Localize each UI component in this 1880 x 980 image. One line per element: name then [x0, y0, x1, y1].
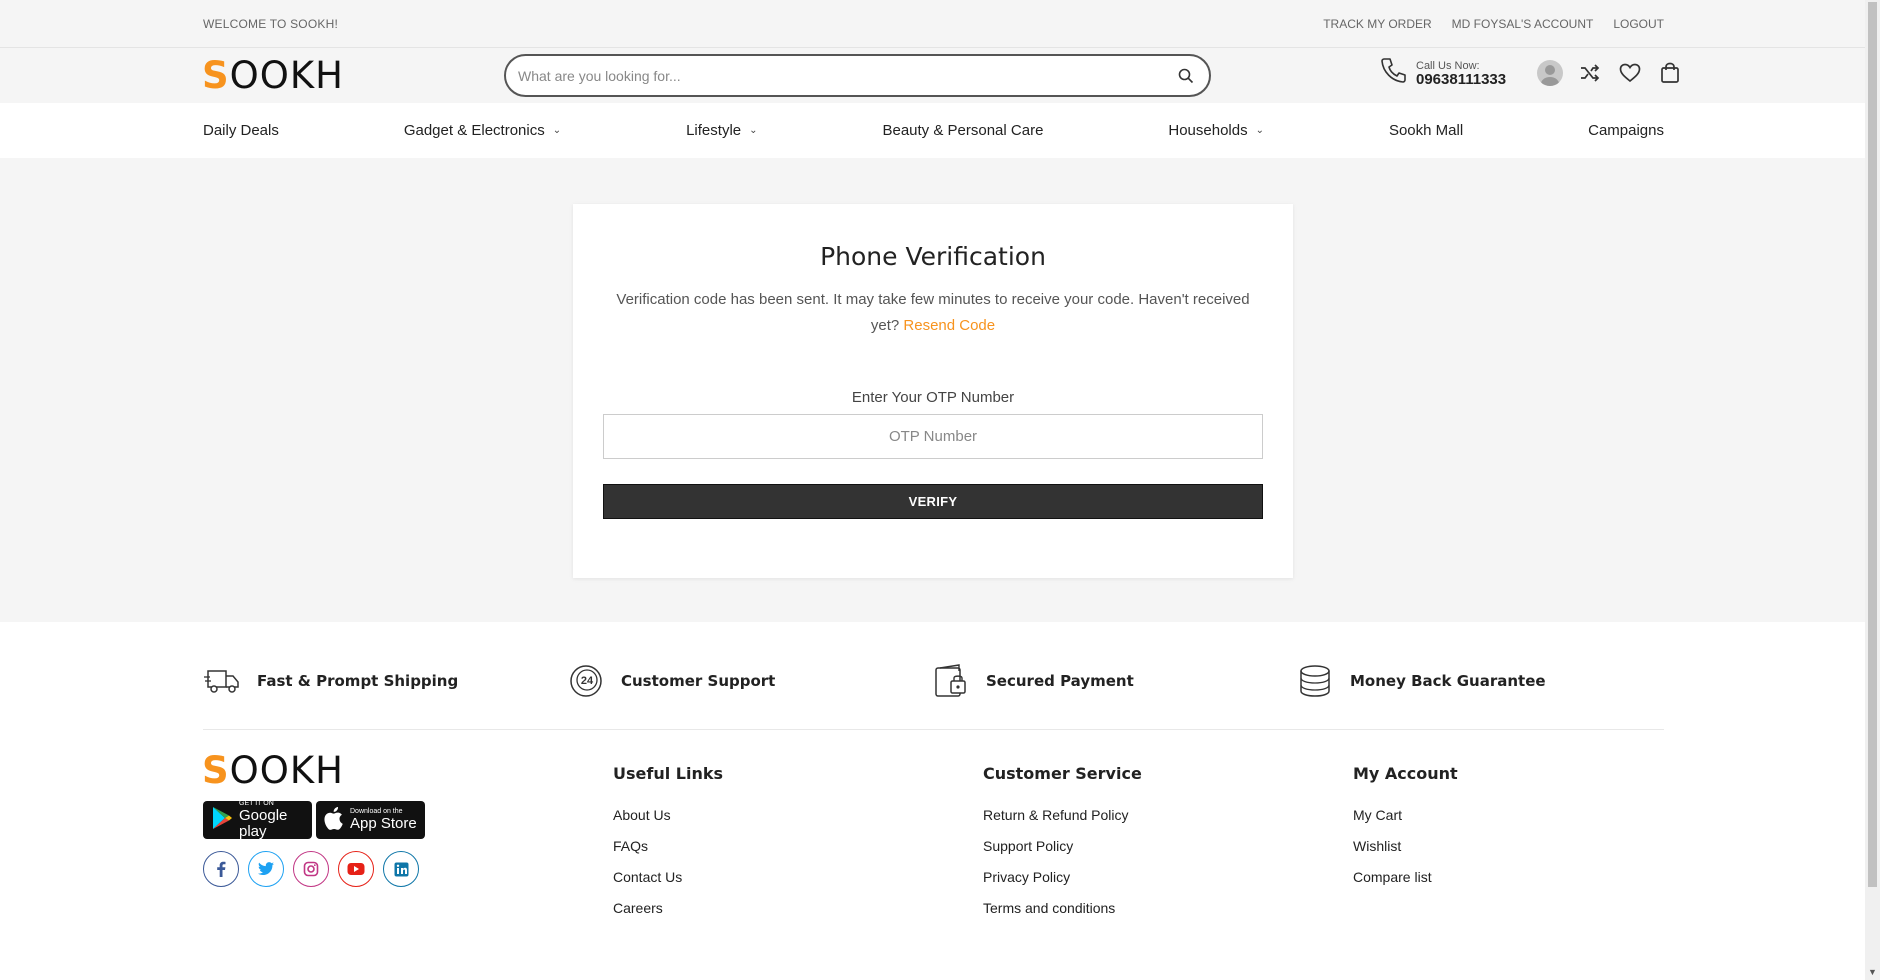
- page-title: Phone Verification: [820, 242, 1046, 271]
- footer-link-privacy-policy[interactable]: Privacy Policy: [983, 867, 1142, 898]
- feature-label: Money Back Guarantee: [1350, 672, 1546, 690]
- call-number[interactable]: 09638111333: [1416, 72, 1506, 87]
- chevron-down-icon: ⌄: [1255, 125, 1264, 136]
- scrollbar-thumb[interactable]: [1868, 2, 1877, 887]
- search-bar: [504, 54, 1211, 97]
- app-store-badges: GET IT ON Google play Download on the App …: [203, 800, 425, 840]
- search-icon[interactable]: [1175, 65, 1197, 87]
- footer-link-wishlist[interactable]: Wishlist: [1353, 836, 1458, 867]
- truck-icon: [203, 662, 241, 700]
- footer: SOOKH GET IT ON Google play Download on t…: [0, 731, 1880, 980]
- top-bar: WELCOME TO SOOKH! TRACK MY ORDER MD FOYS…: [0, 0, 1880, 48]
- wishlist-heart-icon[interactable]: [1617, 60, 1643, 86]
- nav-item-lifestyle[interactable]: Lifestyle ⌄: [686, 122, 757, 139]
- verify-button[interactable]: VERIFY: [603, 484, 1263, 519]
- column-title: Useful Links: [613, 764, 724, 783]
- chevron-down-icon: ⌄: [552, 125, 562, 136]
- feature-label: Fast & Prompt Shipping: [257, 672, 459, 690]
- top-links: TRACK MY ORDER MD FOYSAL'S ACCOUNT LOGOU…: [1323, 17, 1664, 31]
- logo-letter-s: S: [202, 54, 230, 97]
- logo-text: OOKH: [229, 54, 344, 97]
- verification-card: Phone Verification Verification code has…: [573, 204, 1293, 578]
- footer-link-refund-policy[interactable]: Return & Refund Policy: [983, 805, 1142, 836]
- nav-item-daily-deals[interactable]: Daily Deals: [203, 122, 279, 139]
- track-order-link[interactable]: TRACK MY ORDER: [1323, 17, 1431, 31]
- main-content: Phone Verification Verification code has…: [0, 158, 1880, 622]
- footer-link-my-cart[interactable]: My Cart: [1353, 805, 1458, 836]
- nav-label: Households: [1168, 122, 1248, 139]
- footer-link-support-policy[interactable]: Support Policy: [983, 836, 1142, 867]
- nav-item-gadget-electronics[interactable]: Gadget & Electronics ⌄: [404, 122, 561, 139]
- app-store-button[interactable]: Download on the App Store: [316, 801, 425, 839]
- nav-item-households[interactable]: Households ⌄: [1168, 122, 1264, 139]
- column-title: My Account: [1353, 764, 1458, 783]
- twitter-icon[interactable]: [248, 851, 284, 887]
- nav-label: Beauty & Personal Care: [882, 122, 1044, 139]
- nav-item-sookh-mall[interactable]: Sookh Mall: [1389, 122, 1463, 139]
- footer-useful-links: Useful Links About Us FAQs Contact Us Ca…: [613, 764, 723, 929]
- logo[interactable]: SOOKH: [202, 56, 344, 96]
- account-link[interactable]: MD FOYSAL'S ACCOUNT: [1452, 17, 1594, 31]
- google-play-button[interactable]: GET IT ON Google play: [203, 800, 312, 840]
- footer-link-about-us[interactable]: About Us: [613, 805, 723, 836]
- app-store-label: App Store: [350, 815, 417, 832]
- feature-label: Customer Support: [621, 672, 776, 690]
- nav-item-campaigns[interactable]: Campaigns: [1588, 122, 1664, 139]
- features-strip: Fast & Prompt Shipping 24 Customer Suppo…: [0, 622, 1880, 731]
- footer-link-contact-us[interactable]: Contact Us: [613, 867, 723, 898]
- feature-money-back: Money Back Guarantee: [1296, 662, 1546, 700]
- support-24-icon: 24: [567, 662, 605, 700]
- chevron-down-icon: ⌄: [749, 125, 758, 136]
- feature-support: 24 Customer Support: [567, 662, 775, 700]
- avatar: [1537, 60, 1563, 86]
- otp-input[interactable]: [603, 414, 1263, 459]
- header: SOOKH Call Us Now: 09638111333: [0, 48, 1880, 103]
- feature-secured-payment: Secured Payment: [932, 662, 1134, 700]
- logo-text: OOKH: [229, 749, 344, 792]
- compare-shuffle-icon[interactable]: [1577, 60, 1603, 86]
- youtube-icon[interactable]: [338, 851, 374, 887]
- column-title: Customer Service: [983, 764, 1142, 783]
- footer-customer-service: Customer Service Return & Refund Policy …: [983, 764, 1142, 929]
- footer-link-careers[interactable]: Careers: [613, 898, 723, 929]
- nav-label: Sookh Mall: [1388, 122, 1464, 139]
- secure-wallet-icon: [932, 662, 970, 700]
- linkedin-icon[interactable]: [383, 851, 419, 887]
- search-input[interactable]: [518, 67, 1175, 84]
- google-play-label: Google play: [239, 807, 288, 840]
- nav-label: Gadget & Electronics: [403, 122, 545, 139]
- nav-item-beauty-personal-care[interactable]: Beauty & Personal Care: [882, 122, 1043, 139]
- social-links: [203, 851, 419, 887]
- nav-label: Daily Deals: [203, 122, 279, 139]
- main-nav: Daily Deals Gadget & Electronics ⌄ Lifest…: [0, 103, 1880, 158]
- footer-logo[interactable]: SOOKH: [202, 751, 344, 791]
- call-box: Call Us Now: 09638111333: [1380, 56, 1506, 89]
- verification-message: Verification code has been sent. It may …: [608, 287, 1258, 339]
- logo-letter-s: S: [202, 749, 230, 792]
- footer-link-terms[interactable]: Terms and conditions: [983, 898, 1142, 929]
- svg-text:24: 24: [581, 675, 594, 687]
- cart-bag-icon[interactable]: [1657, 60, 1683, 86]
- footer-link-faqs[interactable]: FAQs: [613, 836, 723, 867]
- feature-shipping: Fast & Prompt Shipping: [203, 662, 458, 700]
- nav-label: Campaigns: [1588, 122, 1664, 139]
- instagram-icon[interactable]: [293, 851, 329, 887]
- user-avatar-icon[interactable]: [1537, 60, 1563, 86]
- phone-icon: [1380, 56, 1406, 89]
- nav-label: Lifestyle: [686, 122, 742, 139]
- page-scrollbar[interactable]: ▼: [1865, 0, 1880, 980]
- facebook-icon[interactable]: [203, 851, 239, 887]
- google-play-icon: [211, 806, 233, 835]
- resend-code-link[interactable]: Resend Code: [903, 317, 995, 334]
- otp-label: Enter Your OTP Number: [851, 389, 1015, 406]
- coins-icon: [1296, 662, 1334, 700]
- scroll-down-arrow-icon[interactable]: ▼: [1868, 967, 1877, 977]
- footer-link-compare-list[interactable]: Compare list: [1353, 867, 1458, 898]
- logout-link[interactable]: LOGOUT: [1613, 17, 1664, 31]
- apple-icon: [324, 806, 344, 835]
- welcome-text: WELCOME TO SOOKH!: [203, 17, 338, 31]
- footer-my-account: My Account My Cart Wishlist Compare list: [1353, 764, 1458, 898]
- feature-label: Secured Payment: [986, 672, 1134, 690]
- header-icons: [1537, 60, 1683, 86]
